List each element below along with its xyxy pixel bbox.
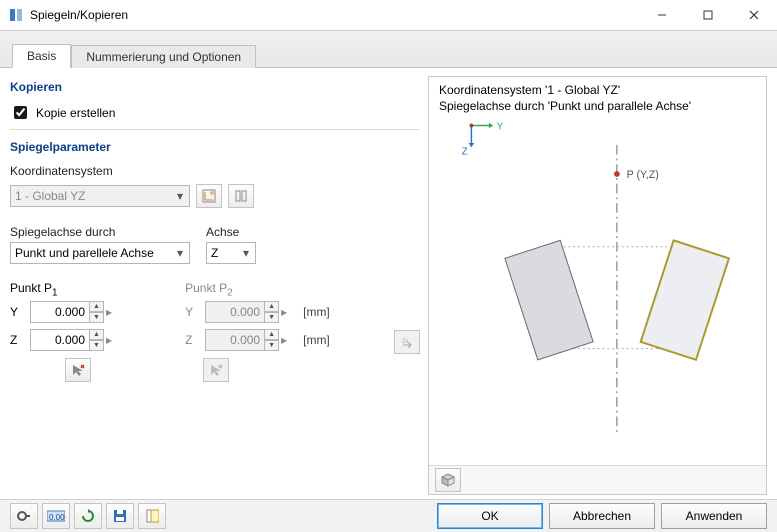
cancel-button[interactable]: Abbrechen bbox=[549, 503, 655, 529]
p2-y-spinner: ▲▼ ▸ bbox=[205, 301, 293, 323]
mirror-axis-through-label: Spiegelachse durch bbox=[10, 225, 190, 239]
tab-strip: Basis Nummerierung und Optionen bbox=[0, 31, 777, 68]
p2-y-input bbox=[205, 301, 265, 323]
create-copy-checkbox[interactable] bbox=[14, 106, 27, 119]
dialog-window: Spiegeln/Kopieren Basis Nummerierung und… bbox=[0, 0, 777, 532]
refresh-icon bbox=[81, 509, 95, 523]
cube-icon bbox=[441, 473, 455, 487]
new-coord-system-button[interactable] bbox=[196, 184, 222, 208]
content-area: Kopieren Kopie erstellen Spiegelparamete… bbox=[0, 68, 777, 499]
point-p2-label: Punkt P2 bbox=[185, 281, 354, 298]
axis-label: Achse bbox=[206, 225, 256, 239]
pick-point-p1-button[interactable] bbox=[65, 358, 91, 382]
step-icon: ▸ bbox=[281, 305, 293, 319]
step-icon: ▸ bbox=[281, 333, 293, 347]
p2-z-input bbox=[205, 329, 265, 351]
footer-bar: 0.00 OK Abbrechen Anwenden bbox=[0, 499, 777, 532]
spin-down-icon: ▼ bbox=[265, 340, 279, 351]
close-button[interactable] bbox=[731, 0, 777, 30]
maximize-button[interactable] bbox=[685, 0, 731, 30]
manage-coord-icon bbox=[234, 189, 248, 203]
preview-info: Koordinatensystem '1 - Global YZ' Spiege… bbox=[439, 83, 691, 114]
p1-z-spinner[interactable]: ▲▼ ▸ bbox=[30, 329, 118, 351]
create-copy-label: Kopie erstellen bbox=[36, 106, 115, 120]
refresh-button[interactable] bbox=[74, 503, 102, 529]
window-title: Spiegeln/Kopieren bbox=[30, 8, 639, 22]
spin-up-icon: ▲ bbox=[265, 301, 279, 312]
svg-text:0.00: 0.00 bbox=[49, 513, 65, 522]
toggle-view-button[interactable] bbox=[435, 468, 461, 492]
title-bar: Spiegeln/Kopieren bbox=[0, 0, 777, 31]
minimize-button[interactable] bbox=[639, 0, 685, 30]
coord-system-row: 1 - Global YZ ▾ bbox=[10, 184, 420, 208]
unit-label: [mm] bbox=[303, 333, 330, 347]
key-icon bbox=[17, 509, 31, 523]
preview-scene: Koordinatensystem '1 - Global YZ' Spiege… bbox=[429, 77, 766, 465]
chevron-down-icon: ▾ bbox=[173, 246, 187, 260]
preview-panel: Koordinatensystem '1 - Global YZ' Spiege… bbox=[428, 76, 767, 495]
apply-button[interactable]: Anwenden bbox=[661, 503, 767, 529]
section-params-title: Spiegelparameter bbox=[10, 140, 420, 154]
app-icon bbox=[8, 7, 24, 23]
svg-text:P (Y,Z): P (Y,Z) bbox=[627, 169, 659, 181]
footer-tool-icons: 0.00 bbox=[10, 503, 166, 529]
units-button[interactable]: 0.00 bbox=[42, 503, 70, 529]
report-button[interactable] bbox=[138, 503, 166, 529]
chevron-down-icon: ▾ bbox=[173, 189, 187, 203]
p2-y-label: Y bbox=[185, 305, 199, 319]
p2-z-spinner: ▲▼ ▸ bbox=[205, 329, 293, 351]
p1-y-label: Y bbox=[10, 305, 24, 319]
unit-label: [mm] bbox=[303, 305, 330, 319]
svg-text:Y: Y bbox=[497, 121, 504, 132]
spin-down-icon[interactable]: ▼ bbox=[90, 340, 104, 351]
tab-basis[interactable]: Basis bbox=[12, 44, 71, 68]
step-icon: ▸ bbox=[106, 305, 118, 319]
chevron-down-icon: ▾ bbox=[239, 246, 253, 260]
p1-y-input[interactable] bbox=[30, 301, 90, 323]
tab-options[interactable]: Nummerierung und Optionen bbox=[71, 45, 256, 68]
manage-coord-systems-button[interactable] bbox=[228, 184, 254, 208]
spin-down-icon: ▼ bbox=[265, 312, 279, 323]
preview-toolbar bbox=[429, 465, 766, 494]
spin-down-icon[interactable]: ▼ bbox=[90, 312, 104, 323]
left-panel: Kopieren Kopie erstellen Spiegelparamete… bbox=[10, 76, 420, 495]
ok-button[interactable]: OK bbox=[437, 503, 543, 529]
save-icon bbox=[113, 509, 127, 523]
coord-system-label: Koordinatensystem bbox=[10, 164, 420, 178]
svg-text:Z: Z bbox=[462, 147, 468, 158]
mirror-axis-through-select[interactable]: Punkt und parellele Achse ▾ bbox=[10, 242, 190, 264]
pick-cursor-icon bbox=[209, 363, 223, 377]
help-button[interactable] bbox=[10, 503, 38, 529]
spin-up-icon[interactable]: ▲ bbox=[90, 301, 104, 312]
coord-system-select: 1 - Global YZ ▾ bbox=[10, 185, 190, 207]
swap-icon: 2x bbox=[400, 335, 414, 349]
spin-up-icon: ▲ bbox=[265, 329, 279, 340]
svg-text:2x: 2x bbox=[402, 339, 408, 345]
preview-svg: Y Z P (Y,Z) bbox=[429, 77, 766, 465]
report-icon bbox=[145, 509, 159, 523]
p2-z-label: Z bbox=[185, 333, 199, 347]
units-icon: 0.00 bbox=[47, 509, 65, 523]
section-copy-title: Kopieren bbox=[10, 80, 420, 94]
p1-z-input[interactable] bbox=[30, 329, 90, 351]
spin-up-icon[interactable]: ▲ bbox=[90, 329, 104, 340]
axis-select[interactable]: Z ▾ bbox=[206, 242, 256, 264]
swap-points-button: 2x bbox=[394, 330, 420, 354]
pick-point-p2-button bbox=[203, 358, 229, 382]
p1-z-label: Z bbox=[10, 333, 24, 347]
copy-row: Kopie erstellen bbox=[10, 103, 420, 122]
p1-y-spinner[interactable]: ▲▼ ▸ bbox=[30, 301, 118, 323]
new-coord-icon bbox=[202, 189, 216, 203]
save-button[interactable] bbox=[106, 503, 134, 529]
pick-cursor-icon bbox=[71, 363, 85, 377]
point-p1-label: Punkt P1 bbox=[10, 281, 145, 298]
step-icon: ▸ bbox=[106, 333, 118, 347]
